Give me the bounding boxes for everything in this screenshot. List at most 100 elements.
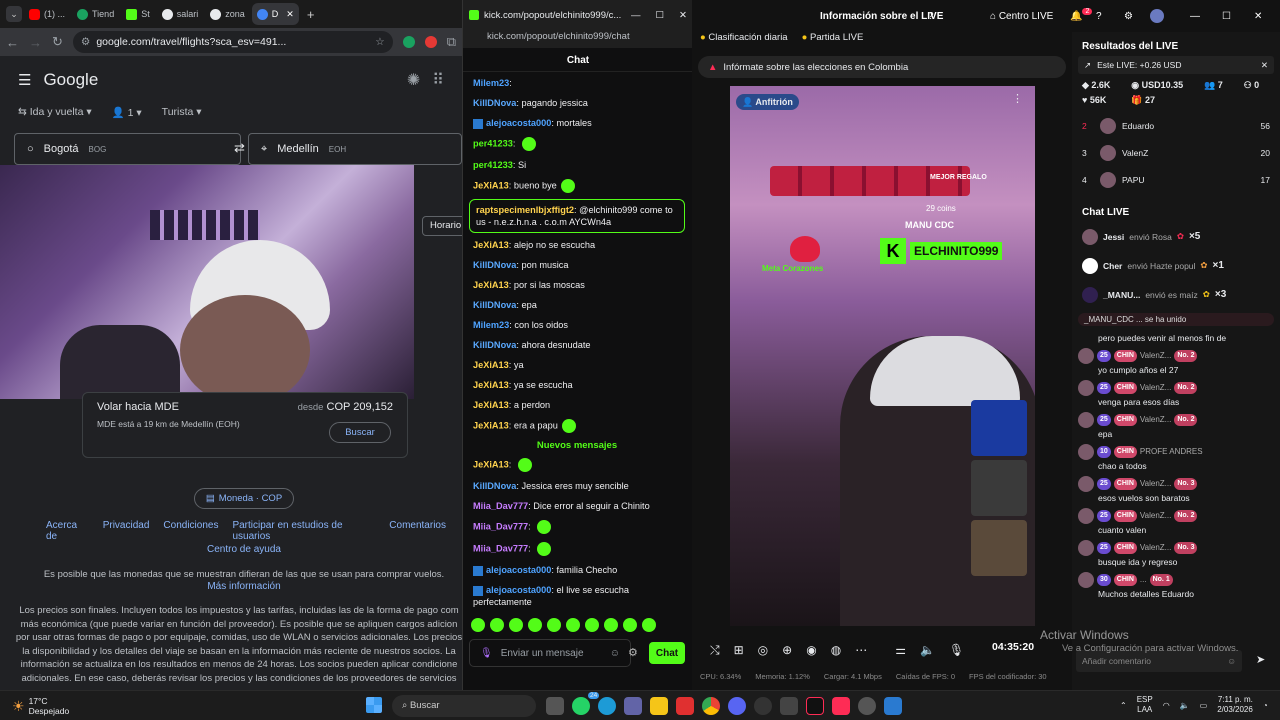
currency-button[interactable]: ▤ Moneda · COP (194, 488, 294, 509)
centro-live-button[interactable]: ⌂ Centro LIVE (990, 11, 1053, 22)
election-banner[interactable]: ▲ Infórmate sobre las elecciones en Colo… (698, 56, 1066, 78)
chat-message[interactable]: Milem23: con los oidos (467, 315, 687, 335)
live-chat-list[interactable]: pero puedes venir al menos fin de 25 CHIN V… (1072, 330, 1280, 640)
bell-icon[interactable]: 🔔 2 (1070, 7, 1093, 22)
more-icon[interactable]: ⋯ (855, 643, 867, 657)
mic-icon[interactable]: 🎙 (480, 648, 493, 659)
chat-message[interactable]: raptspecimenlbjxffigt2: @elchinito999 co… (469, 199, 685, 233)
footer-link[interactable]: Condiciones (163, 520, 218, 542)
live-chat-message[interactable]: 25 CHIN ValenZ... No. 3 busque ida y regreso (1072, 538, 1280, 570)
chat-message[interactable]: Miia_Dav777: Dice error al seguir a Chin… (467, 496, 687, 516)
apps-icon[interactable]: ⠿ (432, 70, 444, 90)
tab-youtube[interactable]: (1) ... (24, 3, 70, 25)
volume-icon[interactable]: 🔈 (920, 643, 935, 657)
maximize-icon[interactable]: ☐ (656, 10, 665, 21)
record-icon[interactable]: ◉ (806, 643, 816, 657)
guest-tile-2[interactable] (971, 460, 1027, 516)
chat-username[interactable]: Miia_Dav777 (473, 543, 528, 553)
live-chat-message[interactable]: 25 CHIN ValenZ... No. 2 yo cumplo años el 27 (1072, 346, 1280, 378)
tab-daily-ranking[interactable]: ● Clasificación diaria (700, 32, 788, 43)
notification-icon[interactable]: ◔ (1263, 701, 1268, 710)
ranking-row[interactable]: 4 PAPU 17 (1072, 166, 1280, 193)
chat-username[interactable]: JeXiA13 (473, 180, 509, 190)
chat-message[interactable]: Miia_Dav777: (467, 538, 687, 560)
tab-zona[interactable]: zona (205, 3, 250, 25)
puzzle-icon[interactable]: ⧉ (447, 34, 456, 50)
chat-username[interactable]: ValenZ... (1140, 414, 1171, 426)
chat-username[interactable]: JeXiA13 (473, 360, 509, 370)
live-chat-message[interactable]: 25 CHIN ValenZ... No. 3 esos vuelos son bara… (1072, 474, 1280, 506)
close-icon[interactable]: ✕ (1254, 11, 1262, 22)
chat-username[interactable]: ... (1140, 574, 1147, 586)
forward-icon[interactable]: → (29, 35, 42, 50)
live-earnings-banner[interactable]: ↗ Este LIVE: +0.26 USD ✕ (1078, 56, 1274, 74)
close-tab-icon[interactable]: ✕ (286, 9, 294, 20)
emote-icon[interactable] (528, 618, 542, 632)
extension-icon[interactable] (424, 36, 437, 48)
menu-icon[interactable]: ☰ (18, 71, 31, 89)
chat-message[interactable]: JeXiA13: (467, 454, 687, 476)
chat-username[interactable]: KillDNova (473, 340, 516, 350)
live-chat-message[interactable]: 25 CHIN ValenZ... No. 2 epa (1072, 410, 1280, 442)
live-chat-message[interactable]: 25 CHIN ValenZ... No. 2 cuanto valen (1072, 506, 1280, 538)
chat-message[interactable]: JeXiA13: ya se escucha (467, 375, 687, 395)
chat-username[interactable]: ValenZ... (1140, 510, 1171, 522)
app-icon[interactable] (884, 697, 902, 715)
live-chat-message[interactable]: 25 CHIN ValenZ... No. 2 venga para esos días (1072, 378, 1280, 410)
chat-message[interactable]: JeXiA13: ya (467, 355, 687, 375)
emote-icon[interactable] (566, 618, 580, 632)
app-icon[interactable] (754, 697, 772, 715)
footer-link[interactable]: Participar en estudios de usuarios (232, 520, 375, 542)
chat-username[interactable]: ValenZ... (1140, 382, 1171, 394)
close-icon[interactable]: ✕ (679, 10, 687, 21)
trip-type-select[interactable]: ⇆ Ida y vuelta ▾ (18, 106, 92, 119)
help-link[interactable]: Centro de ayuda (0, 544, 462, 555)
discord-icon[interactable] (728, 697, 746, 715)
chat-username[interactable]: KillDNova (473, 98, 516, 108)
minimize-icon[interactable]: — (631, 10, 641, 21)
tiktok-icon[interactable] (806, 697, 824, 715)
chat-username[interactable]: alejoacosta000 (486, 118, 551, 128)
start-icon[interactable] (366, 697, 382, 713)
chat-username[interactable]: JeXiA13 (473, 459, 509, 469)
ranking-row[interactable]: 3 ValenZ 20 (1072, 139, 1280, 166)
emoji-icon[interactable]: ☺ (610, 648, 620, 659)
help-icon[interactable]: ? (928, 11, 934, 22)
settings-icon[interactable] (858, 697, 876, 715)
chat-message[interactable]: KillDNova: pagando jessica (467, 93, 687, 113)
chevron-up-icon[interactable]: ⌃ (1120, 701, 1127, 710)
chat-username[interactable]: raptspecimenlbjxffigt2 (476, 205, 574, 215)
clock[interactable]: 7:11 p. m. 2/03/2026 (1217, 695, 1253, 715)
site-info-icon[interactable]: ⚙ (81, 36, 90, 48)
ranking-row[interactable]: 2 Eduardo 56 (1072, 112, 1280, 139)
language-indicator[interactable]: ESP LAA (1137, 695, 1153, 715)
chat-username[interactable]: ValenZ... (1140, 350, 1171, 362)
chat-username[interactable]: KillDNova (473, 481, 516, 491)
emote-icon[interactable] (585, 618, 599, 632)
footer-link[interactable]: Acerca de (46, 520, 89, 542)
extension-icon[interactable] (402, 36, 415, 48)
tab-kick[interactable]: St (121, 3, 155, 25)
stream-preview[interactable]: 👤 Anfitrión ⋮ MEJOR REGALO MANU CDC 29 c… (730, 86, 1035, 626)
live-chat-message[interactable]: 10 CHIN PROFE ANDRES chao a todos (1072, 442, 1280, 474)
more-info-link[interactable]: Más información (0, 581, 462, 592)
footer-link[interactable]: Comentarios (389, 520, 446, 542)
chat-username[interactable]: KillDNova (473, 260, 516, 270)
whatsapp-icon[interactable] (572, 697, 590, 715)
google-logo[interactable]: Google (43, 70, 98, 90)
search-button[interactable]: Buscar (329, 422, 391, 443)
chat-username[interactable]: JeXiA13 (473, 380, 509, 390)
teams-icon[interactable] (624, 697, 642, 715)
adjust-icon[interactable]: ⚌ (895, 643, 906, 657)
effects-icon[interactable]: ⤭ (710, 643, 720, 658)
cabin-select[interactable]: Turista ▾ (162, 106, 202, 119)
emote-icon[interactable] (623, 618, 637, 632)
swap-locations-icon[interactable]: ⇄ (234, 140, 245, 156)
chat-input[interactable]: 🎙 Enviar un mensaje ☺ (469, 639, 631, 667)
chat-message[interactable]: alejoacosta000: el live se escucha perfe… (467, 580, 687, 612)
chat-username[interactable]: JeXiA13 (473, 240, 509, 250)
pause-icon[interactable]: ◍ (831, 643, 841, 657)
footer-link[interactable]: Privacidad (103, 520, 150, 542)
app-icon[interactable] (780, 697, 798, 715)
add-source-icon[interactable]: ⊕ (782, 643, 792, 657)
